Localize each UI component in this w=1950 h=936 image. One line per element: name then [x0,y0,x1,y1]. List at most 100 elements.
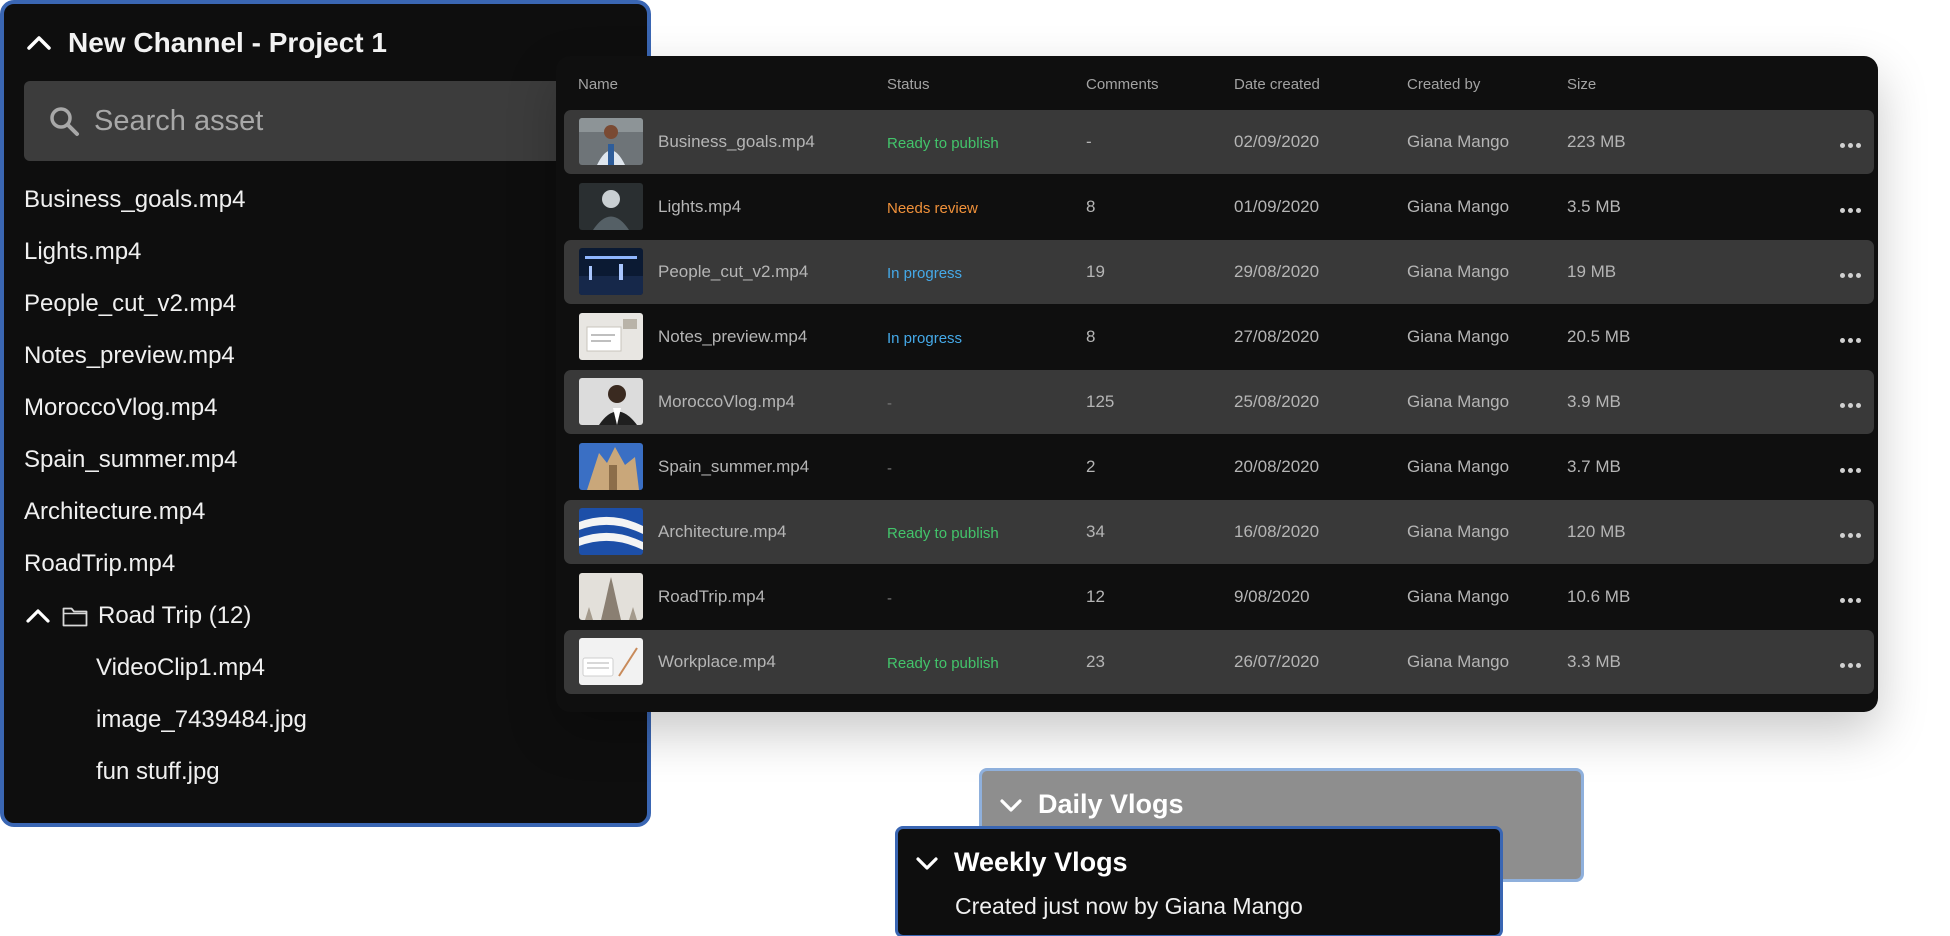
list-item[interactable]: MoroccoVlog.mp4 [4,382,647,434]
table-row[interactable]: Workplace.mp4 Ready to publish 23 26/07/… [564,630,1874,694]
list-item[interactable]: Lights.mp4 [4,226,647,278]
video-thumbnail [579,508,643,555]
folder-road-trip[interactable]: Road Trip (12) [4,590,647,642]
column-header-date[interactable]: Date created [1234,76,1320,93]
chevron-down-icon[interactable] [998,792,1024,818]
chevron-up-icon[interactable] [24,28,54,58]
daily-vlogs-header[interactable]: Daily Vlogs [998,789,1184,820]
status-badge: - [887,395,892,412]
asset-name[interactable]: Spain_summer.mp4 [658,435,809,499]
table-row[interactable]: Spain_summer.mp4 - 2 20/08/2020 Giana Ma… [564,435,1874,499]
column-header-comments[interactable]: Comments [1086,76,1159,93]
created-by: Giana Mango [1407,652,1510,671]
asset-name[interactable]: Architecture.mp4 [658,500,787,564]
more-options-icon[interactable] [1838,198,1862,216]
created-by: Giana Mango [1407,522,1510,541]
more-options-icon[interactable] [1838,523,1862,541]
list-item[interactable]: Spain_summer.mp4 [4,434,647,486]
video-thumbnail [579,378,643,425]
more-options-icon[interactable] [1838,588,1862,606]
created-by: Giana Mango [1407,392,1510,411]
project-title: New Channel - Project 1 [68,27,387,58]
asset-name[interactable]: Business_goals.mp4 [658,110,815,174]
file-size: 223 MB [1567,132,1626,151]
weekly-vlogs-header[interactable]: Weekly Vlogs [914,847,1128,878]
list-item[interactable]: RoadTrip.mp4 [4,538,647,590]
table-row[interactable]: Notes_preview.mp4 In progress 8 27/08/20… [564,305,1874,369]
more-options-icon[interactable] [1838,653,1862,671]
comments-count: 8 [1086,327,1096,346]
file-size: 3.3 MB [1567,652,1621,671]
list-item[interactable]: VideoClip1.mp4 [4,642,647,694]
created-by: Giana Mango [1407,457,1510,476]
date-created: 9/08/2020 [1234,587,1310,606]
project-header[interactable]: New Channel - Project 1 [4,4,647,82]
asset-name[interactable]: Lights.mp4 [658,175,741,239]
daily-vlogs-title: Daily Vlogs [1038,789,1184,819]
asset-name[interactable]: MoroccoVlog.mp4 [658,370,795,434]
table-row[interactable]: People_cut_v2.mp4 In progress 19 29/08/2… [564,240,1874,304]
date-created: 25/08/2020 [1234,392,1320,411]
column-header-created-by[interactable]: Created by [1407,76,1480,93]
video-thumbnail [579,313,643,360]
date-created: 16/08/2020 [1234,522,1320,541]
status-badge: Ready to publish [887,525,999,542]
status-badge: Ready to publish [887,655,999,672]
table-row[interactable]: Lights.mp4 Needs review 8 01/09/2020 Gia… [564,175,1874,239]
more-options-icon[interactable] [1838,263,1862,281]
more-options-icon[interactable] [1838,328,1862,346]
status-badge: Ready to publish [887,135,999,152]
table-row[interactable]: MoroccoVlog.mp4 - 125 25/08/2020 Giana M… [564,370,1874,434]
date-created: 26/07/2020 [1234,652,1320,671]
date-created: 27/08/2020 [1234,327,1320,346]
more-options-icon[interactable] [1838,393,1862,411]
more-options-icon[interactable] [1838,133,1862,151]
video-thumbnail [579,443,643,490]
asset-name[interactable]: Notes_preview.mp4 [658,305,807,369]
weekly-vlogs-card[interactable]: Weekly Vlogs Created just now by Giana M… [895,826,1503,936]
video-thumbnail [579,118,643,165]
list-item[interactable]: image_7439484.jpg [4,694,647,746]
asset-name[interactable]: People_cut_v2.mp4 [658,240,808,304]
column-header-size[interactable]: Size [1567,76,1596,93]
list-item[interactable]: fun stuff.jpg [4,746,647,798]
comments-count: 125 [1086,392,1115,411]
comments-count: 2 [1086,457,1096,476]
list-item[interactable]: Notes_preview.mp4 [4,330,647,382]
table-row[interactable]: Architecture.mp4 Ready to publish 34 16/… [564,500,1874,564]
weekly-vlogs-title: Weekly Vlogs [954,847,1128,877]
status-badge: Needs review [887,200,978,217]
search-input[interactable] [94,104,514,138]
status-badge: In progress [887,265,963,282]
file-size: 3.5 MB [1567,197,1621,216]
chevron-up-icon[interactable] [24,602,52,630]
asset-name[interactable]: RoadTrip.mp4 [658,565,765,629]
status-badge: - [887,460,892,477]
file-size: 120 MB [1567,522,1626,541]
date-created: 20/08/2020 [1234,457,1320,476]
chevron-down-icon[interactable] [914,850,940,876]
asset-table: Name Status Comments Date created Create… [556,56,1878,712]
table-row[interactable]: Business_goals.mp4 Ready to publish - 02… [564,110,1874,174]
file-size: 20.5 MB [1567,327,1631,346]
list-item[interactable]: Business_goals.mp4 [4,174,647,226]
column-header-status[interactable]: Status [887,76,930,93]
comments-count: 19 [1086,262,1105,281]
file-size: 19 MB [1567,262,1617,281]
list-item[interactable]: People_cut_v2.mp4 [4,278,647,330]
weekly-vlogs-subtitle: Created just now by Giana Mango [955,893,1303,919]
list-item[interactable]: Architecture.mp4 [4,486,647,538]
comments-count: 34 [1086,522,1105,541]
status-badge: - [887,590,892,607]
table-header: Name Status Comments Date created Create… [556,56,1878,108]
table-row[interactable]: RoadTrip.mp4 - 12 9/08/2020 Giana Mango … [564,565,1874,629]
column-header-name[interactable]: Name [578,76,618,93]
folder-icon [62,607,88,627]
project-panel: New Channel - Project 1 Business_goals.m… [0,0,651,827]
search-box[interactable] [24,81,624,161]
created-by: Giana Mango [1407,132,1510,151]
asset-name[interactable]: Workplace.mp4 [658,630,776,694]
file-size: 3.7 MB [1567,457,1621,476]
created-by: Giana Mango [1407,587,1510,606]
more-options-icon[interactable] [1838,458,1862,476]
